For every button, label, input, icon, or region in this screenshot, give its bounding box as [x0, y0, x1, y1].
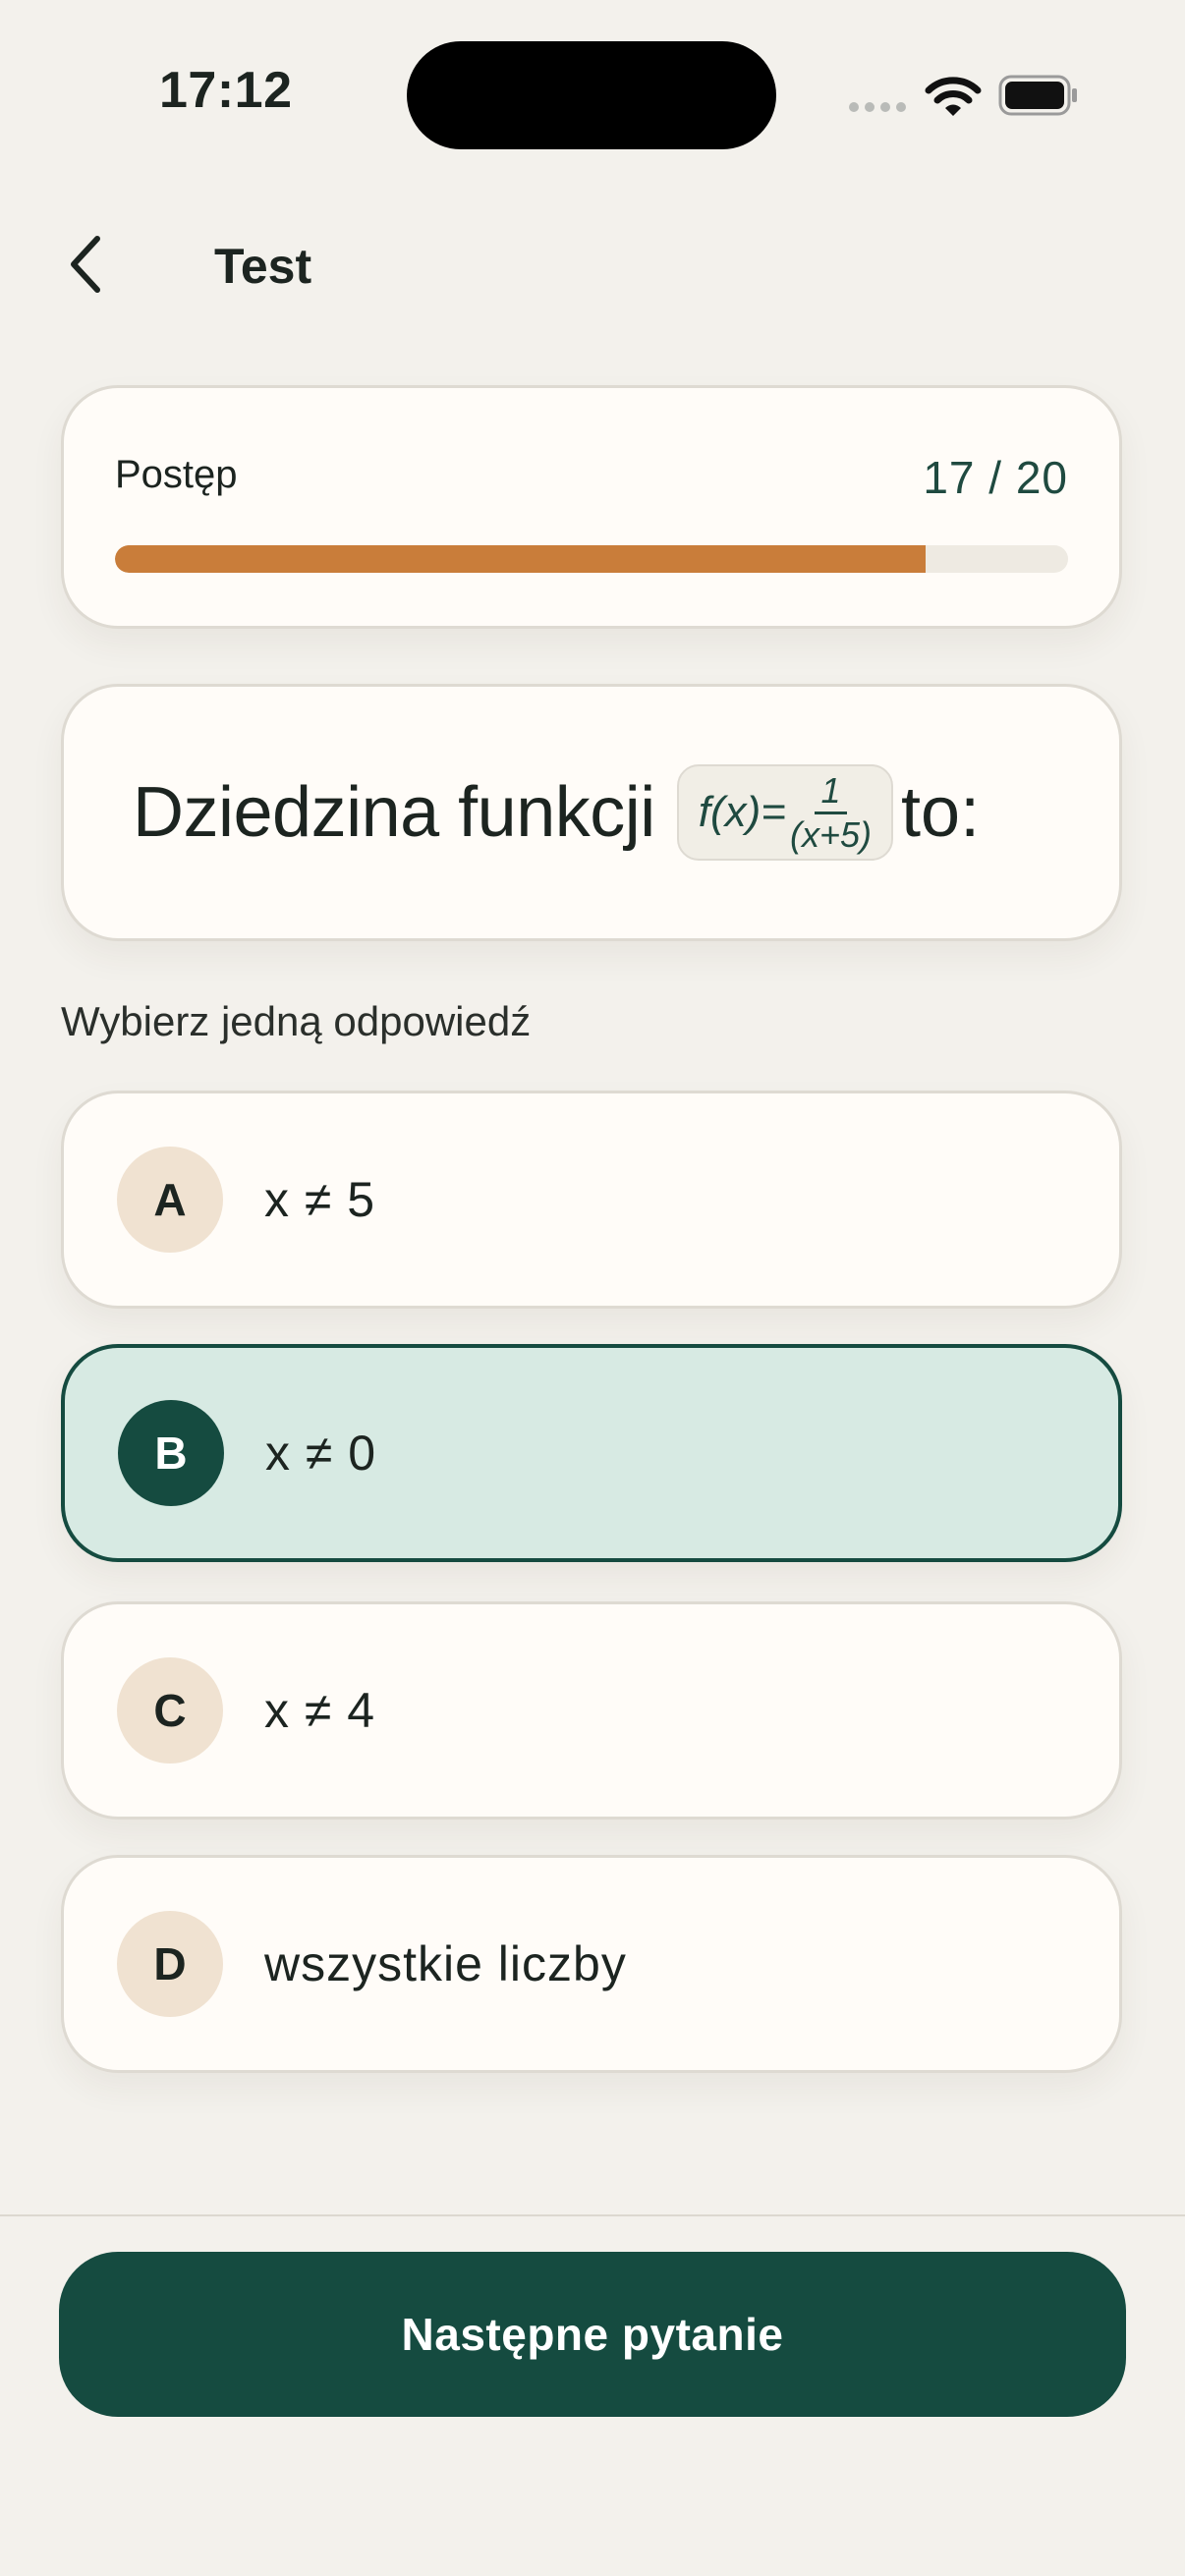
- option-letter-badge: B: [118, 1400, 224, 1506]
- back-button[interactable]: [51, 230, 120, 299]
- answer-option-a[interactable]: A x ≠ 5: [61, 1091, 1122, 1309]
- answer-option-d[interactable]: D wszystkie liczby: [61, 1855, 1122, 2073]
- option-letter-badge: C: [117, 1657, 223, 1764]
- progress-label: Postęp: [115, 453, 238, 496]
- instruction-text: Wybierz jedną odpowiedź: [61, 998, 532, 1044]
- next-question-button[interactable]: Następne pytanie: [59, 2252, 1126, 2417]
- progress-card: Postęp 17 / 20: [61, 385, 1122, 629]
- answer-option-b[interactable]: B x ≠ 0: [61, 1344, 1122, 1562]
- footer-divider: [0, 2214, 1185, 2216]
- formula-chip: f(x)= 1 (x+5): [676, 764, 894, 861]
- answer-option-c[interactable]: C x ≠ 4: [61, 1601, 1122, 1820]
- status-bar: 17:12: [0, 0, 1185, 167]
- page-title: Test: [214, 239, 312, 294]
- status-time: 17:12: [159, 62, 293, 119]
- progress-count: 17 / 20: [923, 452, 1068, 503]
- formula-lhs: f(x)=: [698, 788, 786, 836]
- option-text: x ≠ 4: [264, 1683, 376, 1738]
- battery-icon: [998, 75, 1077, 116]
- cellular-signal-icon: [849, 102, 908, 116]
- dynamic-island: [407, 41, 776, 149]
- question-text: Dziedzina funkcji: [133, 773, 655, 852]
- formula-numerator: 1: [815, 771, 847, 814]
- option-text: wszystkie liczby: [264, 1936, 627, 1991]
- progress-bar: [115, 545, 1068, 573]
- option-text: x ≠ 0: [265, 1426, 377, 1481]
- nav-bar: Test: [0, 216, 1185, 314]
- wifi-icon: [925, 77, 982, 116]
- option-text: x ≠ 5: [264, 1172, 376, 1227]
- option-letter-badge: D: [117, 1911, 223, 2017]
- question-card: Dziedzina funkcji f(x)= 1 (x+5) to:: [61, 684, 1122, 941]
- option-letter-badge: A: [117, 1147, 223, 1253]
- formula-fraction: 1 (x+5): [789, 771, 873, 855]
- progress-bar-fill: [115, 545, 926, 573]
- formula-denominator: (x+5): [789, 813, 873, 855]
- chevron-left-icon: [71, 236, 100, 293]
- question-suffix: to:: [901, 773, 981, 852]
